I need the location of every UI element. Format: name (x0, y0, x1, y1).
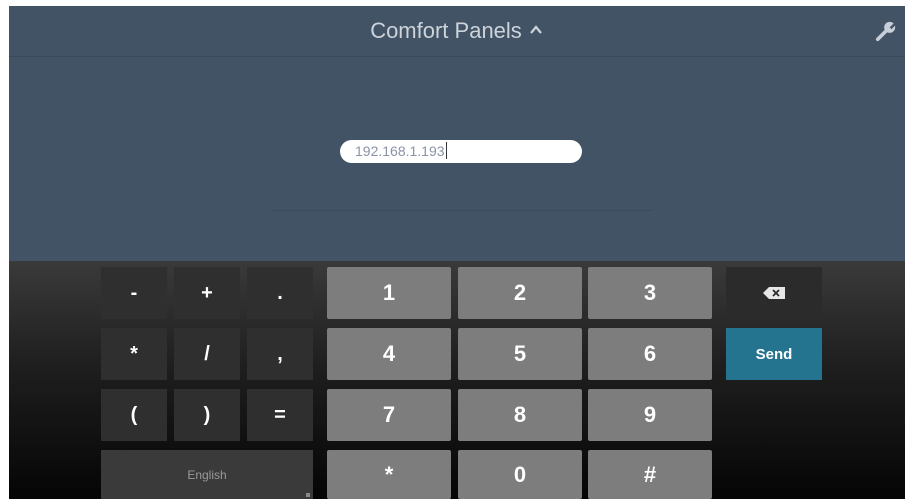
key-star[interactable]: * (327, 450, 451, 499)
key-close-paren[interactable]: ) (174, 389, 240, 441)
key-6[interactable]: 6 (588, 328, 712, 380)
key-5[interactable]: 5 (458, 328, 582, 380)
key-period[interactable]: . (247, 267, 313, 319)
main-content: 192.168.1.193 (9, 57, 905, 261)
key-equals[interactable]: = (247, 389, 313, 441)
key-minus[interactable]: - (101, 267, 167, 319)
key-comma[interactable]: , (247, 328, 313, 380)
ip-address-value: 192.168.1.193 (355, 143, 445, 159)
language-key[interactable]: English (101, 450, 313, 499)
key-0[interactable]: 0 (458, 450, 582, 499)
language-label: English (187, 467, 227, 482)
key-asterisk[interactable]: * (101, 328, 167, 380)
divider (272, 210, 652, 211)
ip-address-input[interactable]: 192.168.1.193 (340, 140, 582, 163)
app-title: Comfort Panels (370, 18, 522, 43)
screen: Comfort Panels 192.168.1.193 - + . 1 2 3 (9, 6, 905, 499)
key-7[interactable]: 7 (327, 389, 451, 441)
app-title-dropdown[interactable]: Comfort Panels (9, 6, 905, 56)
key-1[interactable]: 1 (327, 267, 451, 319)
key-hash[interactable]: # (588, 450, 712, 499)
on-screen-keyboard: - + . 1 2 3 * / , 4 5 6 Send ( ) = 7 8 9… (9, 261, 905, 499)
language-menu-indicator (306, 493, 310, 497)
key-4[interactable]: 4 (327, 328, 451, 380)
backspace-key[interactable] (726, 267, 822, 319)
key-3[interactable]: 3 (588, 267, 712, 319)
key-2[interactable]: 2 (458, 267, 582, 319)
key-open-paren[interactable]: ( (101, 389, 167, 441)
text-cursor (445, 142, 447, 160)
chevron-up-icon (529, 25, 542, 34)
key-8[interactable]: 8 (458, 389, 582, 441)
key-9[interactable]: 9 (588, 389, 712, 441)
key-slash[interactable]: / (174, 328, 240, 380)
send-button[interactable]: Send (726, 328, 822, 380)
wrench-icon[interactable] (875, 20, 897, 42)
key-plus[interactable]: + (174, 267, 240, 319)
backspace-icon (763, 287, 785, 299)
app-header: Comfort Panels (9, 6, 905, 57)
